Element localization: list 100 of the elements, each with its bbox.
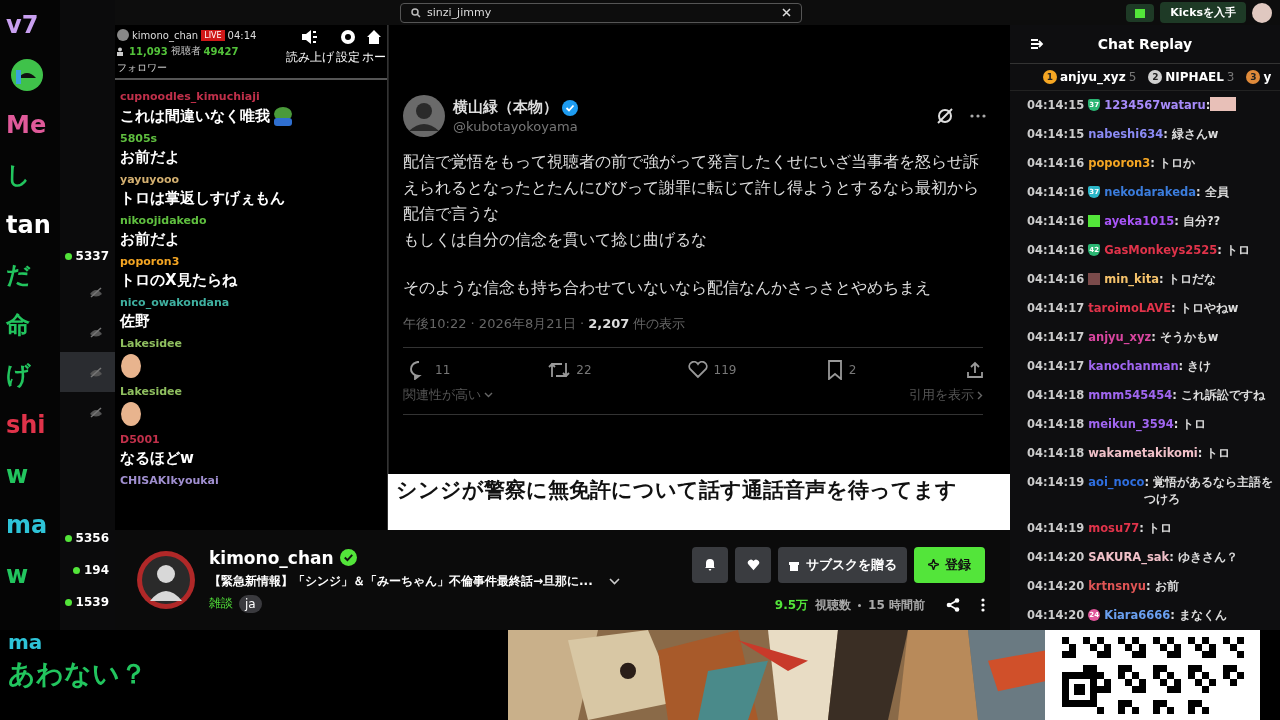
bell-icon — [704, 558, 716, 571]
live-dot-icon — [64, 534, 72, 542]
message-count: 5 — [1128, 70, 1137, 84]
message-time: 04:14:17 — [1027, 329, 1085, 346]
leader-name[interactable]: y — [1263, 70, 1272, 84]
message-time: 04:14:15 — [1027, 97, 1085, 114]
message-time: 04:14:16 — [1027, 271, 1085, 288]
chat-fragment: w — [5, 460, 30, 491]
panel-title: Chat Replay — [1096, 36, 1194, 52]
chat-username: D5001 — [120, 433, 160, 446]
author-handle: @kubotayokoyama — [453, 119, 579, 134]
message-time: 04:14:18 — [1027, 445, 1085, 462]
chat-message: : まなくん — [1170, 607, 1227, 624]
search-field[interactable]: sinzi_jimmy — [400, 2, 802, 23]
close-icon[interactable] — [782, 8, 791, 17]
chat-fragment: Me — [5, 110, 48, 141]
slashed-eye-icon — [89, 326, 103, 338]
chat-fragment: ma — [5, 510, 49, 541]
view-count: 9.5万 — [774, 596, 809, 614]
chat-message: なるほどw — [120, 449, 194, 468]
chat-message: : トロ — [1217, 242, 1250, 259]
message-time: 04:14:18 — [1027, 387, 1085, 404]
viewer-count: 11,093 — [129, 45, 168, 57]
chat-username: 1234567wataru — [1104, 97, 1206, 114]
tool-button[interactable]: 設定 — [335, 29, 361, 75]
chat-username: nikoojidakedo — [120, 214, 207, 227]
chat-message: : そうかもw — [1151, 329, 1219, 344]
like-button[interactable] — [735, 546, 771, 583]
live-badge: LIVE — [201, 29, 225, 41]
collapse-icon[interactable] — [1030, 38, 1044, 50]
live-dot-icon — [64, 252, 72, 260]
leader-name[interactable]: anjyu_xyz — [1060, 70, 1126, 84]
tool-button[interactable]: 読み上げ — [285, 29, 335, 75]
avatar-icon — [137, 551, 195, 609]
avatar-icon[interactable] — [1252, 2, 1272, 23]
chat-message: : 緑さんw — [1163, 126, 1219, 143]
more-icon[interactable] — [970, 114, 986, 118]
caption-text: シンジが警察に無免許について話す通話音声を待ってます — [388, 474, 1010, 530]
channel-name[interactable]: kimono_chan — [209, 547, 334, 568]
views-label: 視聴数 — [815, 596, 852, 614]
chat-message: : ゆきさん？ — [1169, 549, 1238, 564]
viewer-label: 視聴者 — [170, 44, 201, 58]
heart-icon[interactable] — [687, 361, 708, 379]
chat-message: : トロか — [1150, 155, 1195, 172]
channel-name: kimono_chan — [132, 29, 199, 41]
message-time: 04:14:20 — [1027, 578, 1085, 595]
chevron-down-icon — [484, 392, 493, 398]
message-time: 04:14:17 — [1027, 358, 1085, 375]
tweet-text: 配信で覚悟をもって視聴者の前で強がって発言したくせにいざ当事者を怒らせ訴えられるとなったとたんにびびって謝罪に転じて許し得ようとするなら最初から配信で言うな — [403, 151, 980, 225]
chat-message: : 自分?? — [1174, 213, 1221, 230]
stream-title: 【緊急新情報】「シンジ」＆「みーちゃん」不倫事件最終話→旦那に... — [209, 572, 593, 590]
bookmark-icon[interactable] — [826, 360, 843, 380]
action-count: 119 — [713, 363, 737, 377]
rank-badge: 3 — [1246, 70, 1261, 84]
share-icon[interactable] — [946, 598, 960, 612]
message-time: 04:14:18 — [1027, 416, 1085, 433]
chat-username: wakametakikomi — [1088, 445, 1198, 462]
chat-fragment: shi — [5, 410, 47, 441]
slashed-circle-icon[interactable] — [936, 107, 954, 125]
follower-label: フォロワー — [117, 61, 167, 75]
live-dot-icon — [72, 566, 80, 574]
tool-button[interactable]: ホー — [361, 29, 387, 75]
chat-message: : トロ — [1139, 520, 1172, 537]
gift-subscription-button[interactable]: サブスクを贈る — [778, 546, 907, 583]
leader-name[interactable]: NIPHAEL — [1165, 70, 1224, 84]
message-time: 04:14:16 — [1027, 184, 1085, 201]
repost-icon[interactable] — [548, 361, 571, 379]
chat-fragment: 命 — [5, 310, 31, 341]
avatar-icon — [117, 29, 129, 41]
message-time: 04:14:19 — [1027, 520, 1085, 537]
chat-message: : トロだな — [1158, 271, 1216, 288]
message-time: 04:14:16 — [1027, 155, 1085, 172]
kicks-button[interactable]: Kicksを入手 — [1160, 2, 1246, 23]
chat-username: aoi_noco — [1088, 474, 1145, 491]
chat-fragment: げ — [5, 360, 32, 391]
chat-username: mosu77 — [1088, 520, 1140, 537]
follow-button[interactable]: 登録 — [914, 546, 985, 583]
chat-username: min_kita — [1104, 271, 1159, 288]
more-icon[interactable] — [981, 598, 985, 612]
viewer-count: 1539 — [75, 595, 109, 609]
chat-fragment: ma — [8, 630, 44, 654]
message-time: 04:14:19 — [1027, 474, 1085, 491]
follower-count: 49427 — [203, 45, 239, 57]
chat-fragment: v7 — [5, 10, 40, 41]
message-time: 04:14:16 — [1027, 242, 1085, 259]
tweet-text: もしくは自分の信念を貫いて捻じ曲げるな — [403, 229, 708, 251]
category-link[interactable]: 雑談 — [209, 595, 233, 612]
share-icon[interactable] — [966, 361, 984, 379]
viewer-count: 5356 — [75, 531, 109, 545]
chevron-down-icon[interactable] — [608, 577, 620, 585]
chat-message: : これ訴訟ですね — [1172, 387, 1265, 404]
action-count: 22 — [576, 363, 592, 377]
chat-fragment: w — [5, 560, 30, 591]
chat-message: : トロ — [1173, 416, 1207, 431]
search-icon — [411, 7, 421, 18]
action-count: 2 — [848, 363, 857, 377]
notification-button[interactable] — [692, 546, 728, 583]
slashed-eye-icon — [89, 406, 103, 418]
chat-message: トロのX見たらね — [120, 271, 237, 290]
chat-username: Kiara6666 — [1104, 607, 1171, 624]
